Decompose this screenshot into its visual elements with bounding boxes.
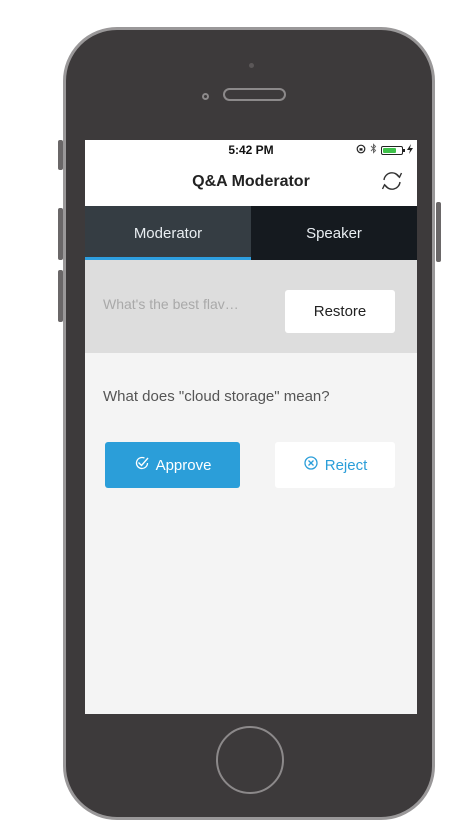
lock-rotation-icon — [356, 144, 366, 157]
pending-question-text: What does "cloud storage" mean? — [103, 388, 330, 405]
refresh-icon — [380, 170, 404, 197]
rejected-question-text: What's the best flav… — [103, 296, 239, 312]
check-circle-icon — [134, 455, 150, 475]
reject-button[interactable]: Reject — [275, 442, 395, 488]
volume-down-button — [58, 270, 63, 322]
refresh-button[interactable] — [379, 170, 405, 196]
tab-speaker[interactable]: Speaker — [251, 206, 417, 260]
app-screen: 5:42 PM Q&A Moderator Moderator Speaker … — [85, 140, 417, 714]
tab-label: Speaker — [306, 224, 362, 242]
restore-button[interactable]: Restore — [285, 290, 395, 333]
bluetooth-icon — [370, 143, 377, 157]
power-button — [436, 202, 441, 262]
tab-bar: Moderator Speaker — [85, 206, 417, 260]
page-title: Q&A Moderator — [192, 173, 310, 190]
earpiece-speaker — [223, 88, 286, 101]
status-icons — [356, 143, 413, 157]
charging-bolt-icon — [407, 143, 413, 157]
tab-label: Moderator — [133, 224, 203, 242]
tab-moderator[interactable]: Moderator — [85, 206, 251, 260]
battery-level — [383, 147, 396, 153]
approve-label: Approve — [155, 456, 212, 474]
nav-bar: Q&A Moderator — [85, 160, 417, 206]
sensor-dot — [249, 63, 254, 68]
volume-up-button — [58, 208, 63, 260]
home-button[interactable] — [216, 726, 284, 794]
reject-label: Reject — [324, 456, 368, 474]
mute-switch — [58, 140, 63, 170]
battery-icon — [381, 145, 405, 155]
approve-button[interactable]: Approve — [105, 442, 240, 488]
rejected-question-row: What's the best flav… Restore — [85, 260, 417, 353]
x-circle-icon — [303, 455, 319, 475]
status-bar: 5:42 PM — [85, 140, 417, 160]
front-camera — [202, 93, 209, 100]
